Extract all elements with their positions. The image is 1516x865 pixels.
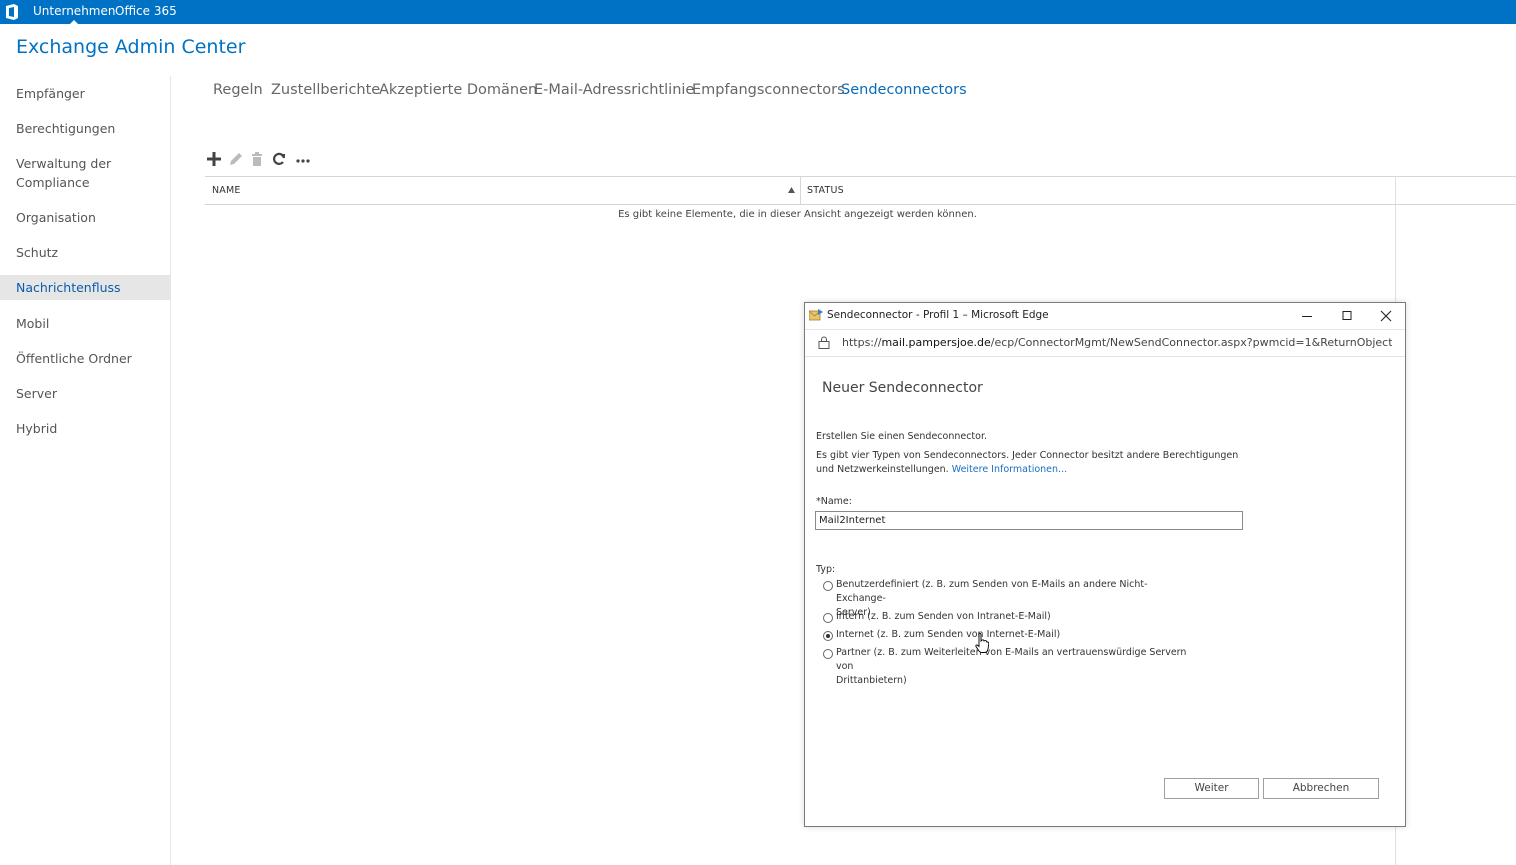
grid-header: NAME STATUS	[205, 176, 1516, 205]
next-button[interactable]: Weiter	[1164, 778, 1259, 799]
type-option-internet[interactable]: Internet (z. B. zum Senden von Internet-…	[836, 628, 1196, 642]
edit-icon[interactable]	[227, 150, 245, 168]
refresh-icon[interactable]	[270, 150, 288, 168]
lock-icon[interactable]	[818, 336, 830, 349]
nav-item-oeffentliche-ordner[interactable]: Öffentliche Ordner	[0, 349, 170, 368]
sort-ascending-icon	[788, 187, 795, 193]
intro-text: Erstellen Sie einen Sendeconnector.	[816, 431, 988, 442]
type-radio-internet[interactable]	[823, 631, 833, 641]
type-label: Typ:	[816, 564, 836, 575]
column-header-name[interactable]: NAME	[212, 177, 241, 204]
nav-item-compliance[interactable]: Verwaltung der Compliance	[0, 154, 130, 192]
url-host: mail.pampersjoe.de	[881, 336, 991, 349]
type-radio-partner[interactable]	[823, 649, 833, 659]
description-line-1: Es gibt vier Typen von Sendeconnectors. …	[816, 450, 1239, 461]
nav-item-berechtigungen[interactable]: Berechtigungen	[0, 119, 170, 138]
option-line-2: Drittanbietern)	[836, 675, 907, 686]
name-label: *Name:	[816, 496, 852, 507]
topbar-tab-office365[interactable]: Office 365	[115, 0, 177, 24]
topbar-tab-unternehmen[interactable]: Unternehmen	[33, 0, 115, 24]
tab-akzeptierte-domaenen[interactable]: Akzeptierte Domänen	[379, 82, 537, 98]
type-radio-intern[interactable]	[823, 613, 833, 623]
maximize-icon[interactable]	[1329, 305, 1365, 327]
minimize-icon[interactable]	[1289, 305, 1325, 327]
window-title: Sendeconnector - Profil 1 – Microsoft Ed…	[827, 309, 1049, 321]
nav-item-empfaenger[interactable]: Empfänger	[0, 84, 170, 103]
tab-regeln[interactable]: Regeln	[213, 82, 263, 98]
address-bar[interactable]: https://mail.pampersjoe.de/ecp/Connector…	[805, 329, 1405, 357]
nav-item-nachrichtenfluss[interactable]: Nachrichtenfluss	[0, 275, 170, 300]
option-line-1: Benutzerdefiniert (z. B. zum Senden von …	[836, 579, 1148, 604]
window-titlebar[interactable]: Sendeconnector - Profil 1 – Microsoft Ed…	[805, 303, 1405, 329]
add-icon[interactable]	[205, 150, 223, 168]
column-separator	[800, 177, 801, 204]
more-icon[interactable]	[294, 150, 312, 168]
dialog-heading: Neuer Sendeconnector	[822, 380, 983, 396]
description-line-2: und Netzwerkeinstellungen.	[816, 464, 949, 475]
tab-empfangsconnectors[interactable]: Empfangsconnectors	[692, 82, 845, 98]
empty-message: Es gibt keine Elemente, die in dieser An…	[618, 209, 977, 220]
tab-sendeconnectors[interactable]: Sendeconnectors	[841, 82, 967, 98]
option-line-1: Partner (z. B. zum Weiterleiten von E-Ma…	[836, 647, 1187, 672]
nav-divider	[170, 76, 171, 865]
dialog-content: Neuer Sendeconnector Erstellen Sie einen…	[805, 356, 1405, 826]
nav-item-organisation[interactable]: Organisation	[0, 208, 170, 227]
type-radio-benutzerdefiniert[interactable]	[823, 581, 833, 591]
new-send-connector-window: Sendeconnector - Profil 1 – Microsoft Ed…	[804, 302, 1406, 827]
app-title: Exchange Admin Center	[16, 36, 246, 58]
office-logo-icon[interactable]	[4, 3, 20, 21]
tab-zustellberichte[interactable]: Zustellberichte	[271, 82, 380, 98]
column-header-status[interactable]: STATUS	[807, 177, 844, 204]
delete-icon[interactable]	[248, 150, 266, 168]
url-scheme: https://	[842, 336, 882, 349]
tab-email-adressrichtlinie[interactable]: E-Mail-Adressrichtlinie	[534, 82, 694, 98]
top-bar: Unternehmen Office 365	[0, 0, 1516, 24]
cancel-button[interactable]: Abbrechen	[1263, 778, 1379, 799]
description-text: Es gibt vier Typen von Sendeconnectors. …	[816, 449, 1238, 477]
nav-item-mobil[interactable]: Mobil	[0, 314, 170, 333]
nav-item-server[interactable]: Server	[0, 384, 170, 403]
type-option-partner[interactable]: Partner (z. B. zum Weiterleiten von E-Ma…	[836, 646, 1196, 688]
page-favicon-icon	[809, 309, 823, 321]
url-text[interactable]: https://mail.pampersjoe.de/ecp/Connector…	[842, 336, 1392, 349]
close-icon[interactable]	[1368, 305, 1404, 327]
name-input[interactable]	[815, 511, 1243, 530]
url-path: /ecp/ConnectorMgmt/NewSendConnector.aspx…	[990, 336, 1392, 349]
type-option-intern[interactable]: Intern (z. B. zum Senden von Intranet-E-…	[836, 610, 1196, 624]
nav-item-schutz[interactable]: Schutz	[0, 243, 170, 262]
hand-cursor-icon	[975, 633, 989, 653]
more-info-link[interactable]: Weitere Informationen...	[952, 464, 1067, 475]
nav-item-hybrid[interactable]: Hybrid	[0, 419, 170, 438]
